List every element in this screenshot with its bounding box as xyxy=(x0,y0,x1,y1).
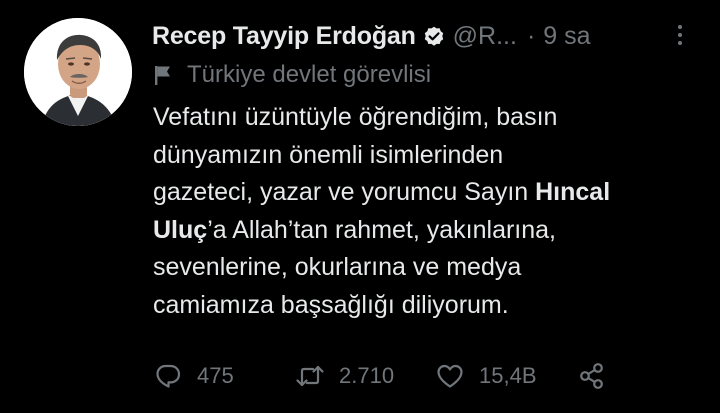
share-icon xyxy=(580,363,603,389)
heart-icon xyxy=(437,364,463,388)
profile-photo xyxy=(24,18,132,126)
account-label[interactable]: Türkiye devlet görevlisi xyxy=(153,58,431,92)
tweet-card[interactable]: Recep Tayyip Erdoğan @R... · 9 sa Türkiy… xyxy=(0,0,720,413)
reply-button[interactable]: 475 xyxy=(153,361,295,391)
tweet-text: Vefatını üzüntüyle öğrendiğim, basın dün… xyxy=(153,99,713,324)
retweet-count: 2.710 xyxy=(339,363,395,388)
tweet-text-line: camiamıza başsağlığı diliyorum. xyxy=(153,290,509,319)
avatar[interactable] xyxy=(24,18,132,126)
flag-icon xyxy=(155,66,170,85)
like-button[interactable]: 15,4B xyxy=(435,361,577,391)
like-count: 15,4B xyxy=(479,363,537,388)
verified-badge-icon xyxy=(422,24,446,48)
tweet-text-line: Uluç’a Allah’tan rahmet, yakınlarına, xyxy=(153,215,556,244)
tweet-text-line: sevenlerine, okurlarına ve medya xyxy=(153,253,522,281)
user-handle[interactable]: @R... xyxy=(453,22,517,51)
account-label-text: Türkiye devlet görevlisi xyxy=(187,61,432,88)
tweet-header: Recep Tayyip Erdoğan @R... · 9 sa xyxy=(152,18,591,54)
reply-count: 475 xyxy=(197,363,234,388)
retweet-icon xyxy=(296,365,324,387)
tweet-text-line: Vefatını üzüntüyle öğrendiğim, basın xyxy=(153,103,558,131)
display-name[interactable]: Recep Tayyip Erdoğan xyxy=(152,22,416,51)
tweet-timestamp[interactable]: 9 sa xyxy=(543,22,590,51)
retweet-button[interactable]: 2.710 xyxy=(295,361,435,391)
share-button[interactable] xyxy=(577,361,607,391)
tweet-text-line: dünyamızın önemli isimlerinden xyxy=(153,140,504,169)
tweet-actions: 475 2.710 15,4B xyxy=(153,356,607,396)
mention-name: Hıncal xyxy=(535,178,611,206)
separator-dot: · xyxy=(526,21,536,50)
mention-name: Uluç xyxy=(153,215,208,244)
tweet-text-line: gazeteci, yazar ve yorumcu Sayın Hıncal xyxy=(153,178,611,206)
more-options-icon[interactable] xyxy=(670,20,690,50)
reply-icon xyxy=(156,364,181,388)
